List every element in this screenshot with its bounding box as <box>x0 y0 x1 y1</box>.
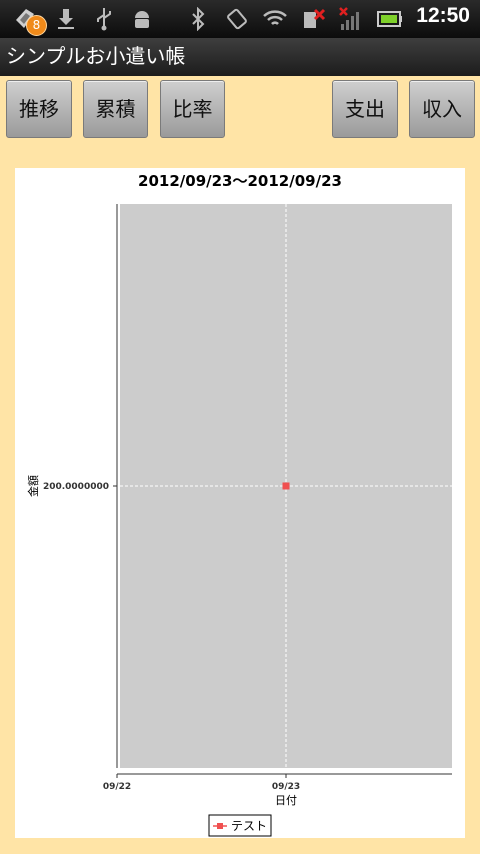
battery-icon <box>376 6 404 32</box>
no-signal-icon <box>338 6 364 32</box>
chart: 2012/09/23～2012/09/23 09/22 09/23 200.0000… <box>26 172 452 837</box>
rotation-icon <box>224 6 250 32</box>
ratio-button[interactable]: 比率 <box>160 80 225 138</box>
trend-button[interactable]: 推移 <box>6 80 72 138</box>
y-tick-label: 200.0000000 <box>43 482 109 492</box>
x-tick-label: 09/23 <box>272 782 300 792</box>
no-sim-icon <box>300 6 328 32</box>
app-title: シンプルお小遣い帳 <box>6 44 186 68</box>
legend-label: テスト <box>231 819 267 833</box>
status-bar: 8 12:50 <box>0 0 480 38</box>
cumulative-button[interactable]: 累積 <box>83 80 148 138</box>
app-title-bar: シンプルお小遣い帳 <box>0 38 480 76</box>
bluetooth-icon <box>188 6 208 32</box>
usb-icon <box>92 6 116 32</box>
legend-swatch-marker <box>217 823 223 829</box>
x-axis-label: 日付 <box>275 794 297 807</box>
notification-count-badge: 8 <box>26 15 47 36</box>
legend: テスト <box>208 814 272 837</box>
wifi-icon <box>262 6 288 32</box>
income-button[interactable]: 収入 <box>409 80 475 138</box>
chart-title: 2012/09/23～2012/09/23 <box>138 172 342 190</box>
data-point[interactable] <box>282 482 290 490</box>
status-clock: 12:50 <box>416 4 470 27</box>
y-axis-label: 金額 <box>26 475 40 497</box>
x-tick-label: 09/22 <box>103 782 131 792</box>
chart-card: 2012/09/23～2012/09/23 09/22 09/23 200.0000… <box>15 168 465 838</box>
expense-button[interactable]: 支出 <box>332 80 398 138</box>
android-debug-icon <box>130 6 154 32</box>
download-icon <box>54 6 78 32</box>
series-layer <box>282 482 290 490</box>
